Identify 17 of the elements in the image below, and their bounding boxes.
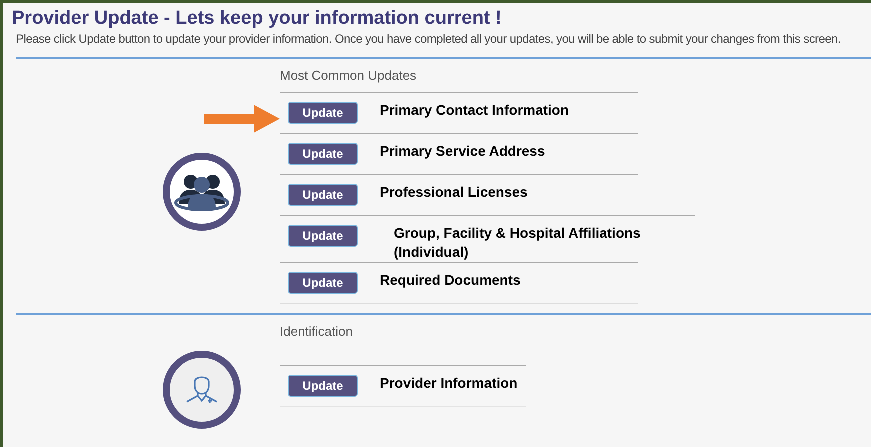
update-button[interactable]: Update <box>288 184 358 206</box>
update-item-label: Group, Facility & Hospital Affiliations (Individual) <box>394 224 642 262</box>
update-button[interactable]: Update <box>288 272 358 294</box>
instructions-text: Please click Update button to update your provider information. Once you have completed all your updates, you will be able to submit your changes from this screen. <box>15 31 842 48</box>
update-button[interactable]: Update <box>288 225 358 247</box>
update-button[interactable]: Update <box>288 143 358 165</box>
update-item-label: Primary Service Address <box>380 142 546 161</box>
arrow-icon <box>204 105 280 133</box>
update-button[interactable]: Update <box>288 375 358 397</box>
section-heading: Identification <box>280 324 354 340</box>
page-title: Provider Update - Lets keep your information current ! <box>12 7 503 31</box>
update-button[interactable]: Update <box>288 102 358 124</box>
update-item-label: Professional Licenses <box>380 183 528 202</box>
section-heading: Most Common Updates <box>280 68 418 84</box>
update-item-label: Primary Contact Information <box>380 101 570 120</box>
update-item-label: Provider Information <box>380 374 518 393</box>
update-item-label: Required Documents <box>380 271 521 290</box>
